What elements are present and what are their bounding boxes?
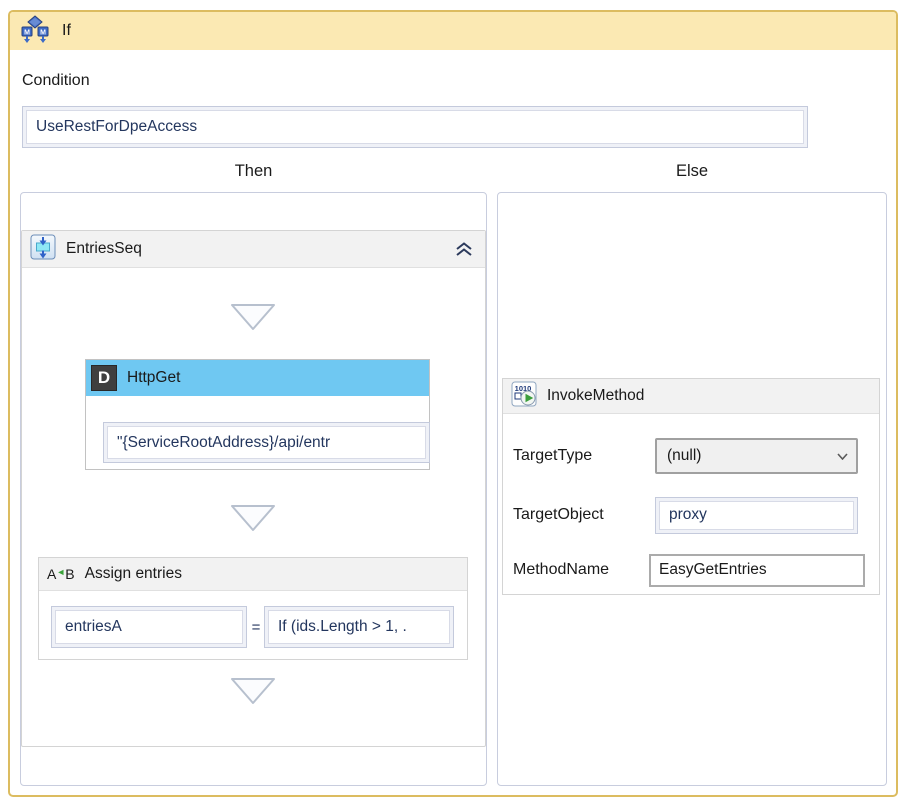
httpget-activity[interactable]: D HttpGet "{ServiceRootAddress}/api/entr <box>85 359 430 470</box>
if-branch-icon: M M <box>20 15 50 48</box>
svg-text:M: M <box>40 29 46 36</box>
invokemethod-activity[interactable]: 1010 InvokeMethod TargetType (null) <box>502 378 880 595</box>
sequence-header[interactable]: EntriesSeq <box>22 231 485 268</box>
httpget-url-expression-box[interactable]: "{ServiceRootAddress}/api/entr <box>103 422 430 463</box>
chevron-double-up-icon <box>454 242 474 257</box>
if-activity-title: If <box>62 22 71 40</box>
targettype-dropdown[interactable]: (null) <box>655 438 858 474</box>
targetobject-row: TargetObject proxy <box>513 496 873 534</box>
condition-expression-box[interactable]: UseRestForDpeAccess <box>22 106 808 148</box>
targetobject-label: TargetObject <box>513 506 655 524</box>
sequence-title: EntriesSeq <box>66 240 142 258</box>
assign-target-expression-box[interactable]: entriesA <box>51 606 247 648</box>
sequence-activity-entriesseq[interactable]: EntriesSeq <box>21 230 486 747</box>
workflow-designer-surface: M M If Condition UseRestForDpeAccess The… <box>0 0 910 805</box>
assign-ab-icon: A◄B <box>47 566 75 582</box>
if-activity-header[interactable]: M M If <box>10 12 896 50</box>
targetobject-value: proxy <box>669 506 707 524</box>
else-branch-label: Else <box>497 158 887 184</box>
assign-target-text: entriesA <box>65 618 122 636</box>
then-branch-drop-area[interactable]: EntriesSeq <box>20 192 487 786</box>
methodname-value: EasyGetEntries <box>659 561 767 579</box>
httpget-title: HttpGet <box>127 369 180 387</box>
targettype-value: (null) <box>667 447 837 465</box>
drop-target-icon[interactable] <box>230 504 276 532</box>
collapse-button[interactable] <box>451 238 477 260</box>
svg-text:M: M <box>24 29 30 36</box>
then-branch-label: Then <box>20 158 487 184</box>
targetobject-expression-box[interactable]: proxy <box>655 497 858 534</box>
else-branch-drop-area[interactable]: 1010 InvokeMethod TargetType (null) <box>497 192 887 786</box>
httpget-url-text: "{ServiceRootAddress}/api/entr <box>117 434 330 452</box>
drop-target-icon[interactable] <box>230 677 276 705</box>
targettype-label: TargetType <box>513 447 655 465</box>
assign-header[interactable]: A◄B Assign entries <box>39 558 467 591</box>
methodname-row: MethodName EasyGetEntries <box>513 553 873 587</box>
methodname-label: MethodName <box>513 561 649 579</box>
assign-title: Assign entries <box>85 565 182 583</box>
targettype-row: TargetType (null) <box>513 437 873 474</box>
invokemethod-title: InvokeMethod <box>547 387 644 405</box>
httpget-d-icon: D <box>91 365 117 391</box>
condition-expression-text: UseRestForDpeAccess <box>36 118 197 136</box>
httpget-header[interactable]: D HttpGet <box>86 360 429 396</box>
invoke-method-icon: 1010 <box>511 381 537 412</box>
drop-target-icon[interactable] <box>230 303 276 331</box>
chevron-down-icon <box>837 447 848 465</box>
methodname-textbox[interactable]: EasyGetEntries <box>649 554 865 587</box>
invokemethod-header[interactable]: 1010 InvokeMethod <box>503 379 879 414</box>
condition-label: Condition <box>22 72 90 90</box>
sequence-icon <box>30 234 56 265</box>
assign-value-expression-box[interactable]: If (ids.Length > 1, . <box>264 606 454 648</box>
if-activity[interactable]: M M If Condition UseRestForDpeAccess The… <box>8 10 898 797</box>
assign-activity[interactable]: A◄B Assign entries entriesA = If (ids.Le… <box>38 557 468 660</box>
assign-equals-sign: = <box>249 606 263 648</box>
assign-value-text: If (ids.Length > 1, . <box>278 618 407 636</box>
